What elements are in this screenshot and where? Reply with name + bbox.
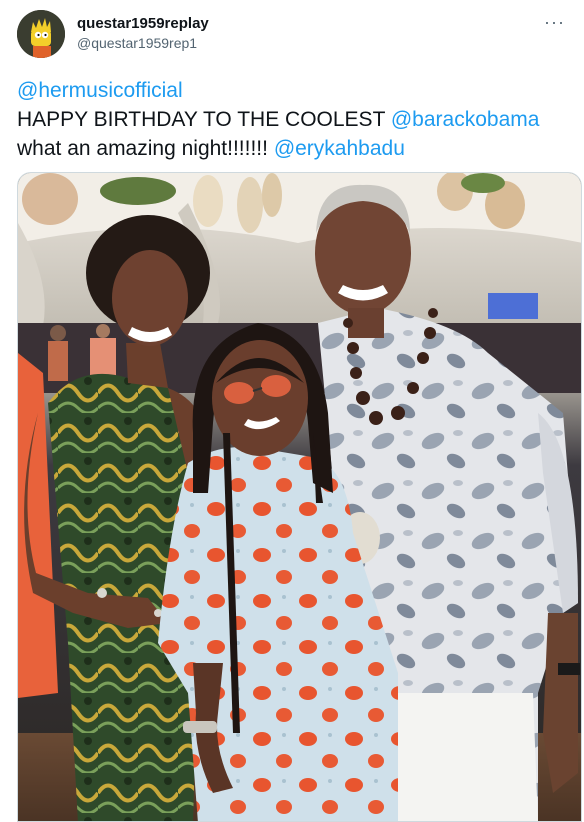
more-horizontal-icon[interactable]: ··· [544, 12, 565, 33]
avatar[interactable] [17, 10, 65, 58]
tweet-line-2: HAPPY BIRTHDAY TO THE COOLEST @barackoba… [17, 105, 567, 134]
tweet-line-3: what an amazing night!!!!!!! @erykahbadu [17, 134, 567, 163]
tweet-line-1: @hermusicofficial [17, 76, 567, 105]
tweet-text-segment: what an amazing night!!!!!!! [17, 137, 274, 160]
user-handle[interactable]: @questar1959rep1 [77, 34, 209, 52]
mention-erykahbadu[interactable]: @erykahbadu [274, 137, 405, 160]
author-names: questar1959replay @questar1959rep1 [77, 14, 209, 52]
tweet: questar1959replay @questar1959rep1 ··· @… [0, 0, 584, 822]
tweet-text: @hermusicofficial HAPPY BIRTHDAY TO THE … [17, 76, 567, 163]
tweet-header: questar1959replay @questar1959rep1 ··· [17, 10, 584, 62]
cartoon-avatar-icon [17, 10, 65, 58]
mention-hermusicofficial[interactable]: @hermusicofficial [17, 79, 183, 102]
tweet-text-segment: HAPPY BIRTHDAY TO THE COOLEST [17, 108, 391, 131]
display-name[interactable]: questar1959replay [77, 14, 209, 34]
party-photo [18, 173, 581, 821]
tweet-photo[interactable] [17, 172, 582, 822]
mention-barackobama[interactable]: @barackobama [391, 108, 540, 131]
